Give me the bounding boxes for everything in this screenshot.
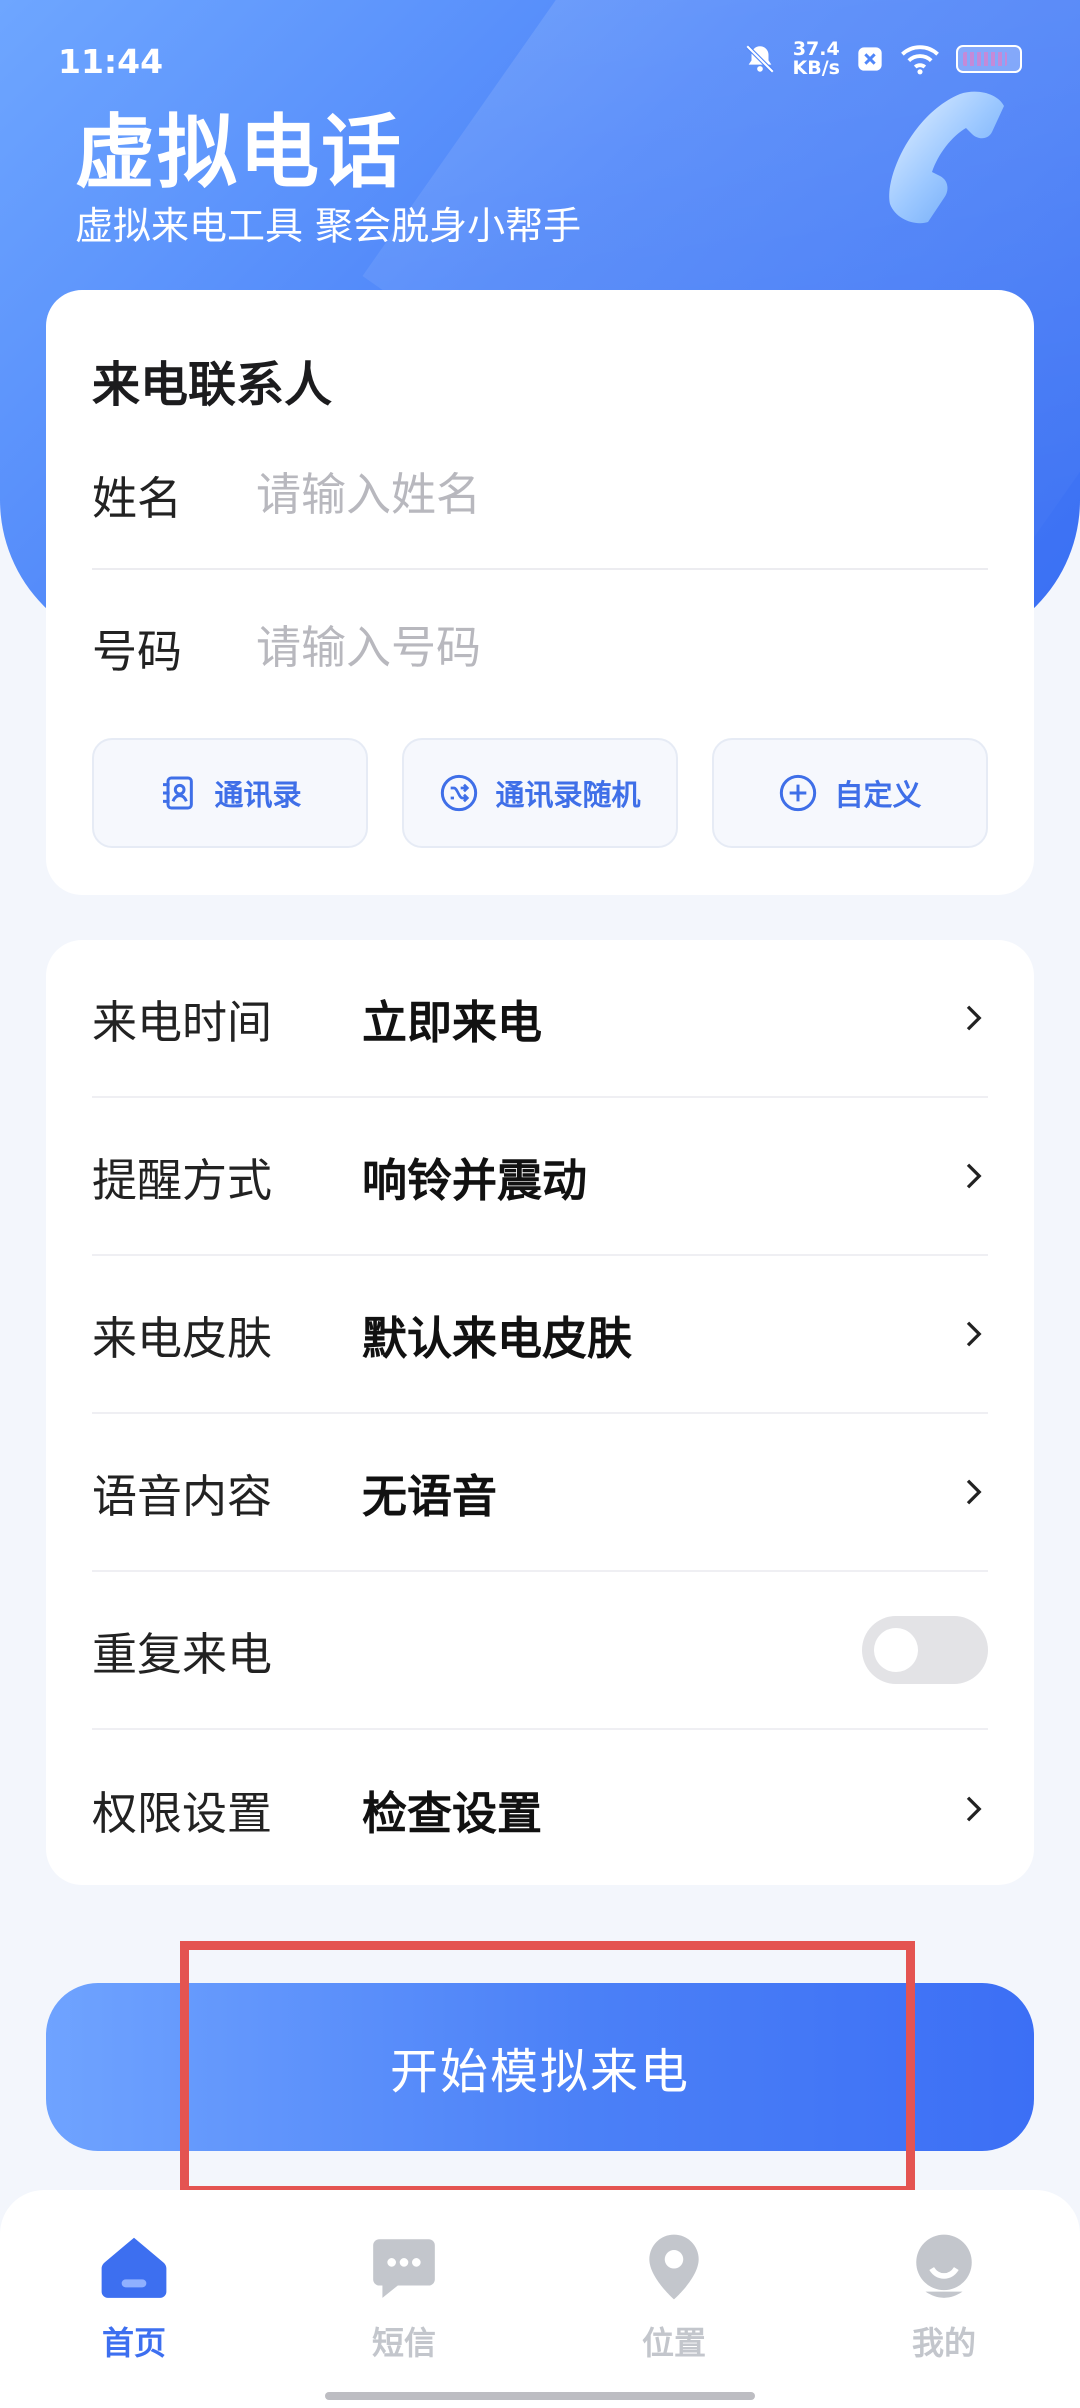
home-indicator [325, 2392, 755, 2400]
voice-content-value: 无语音 [362, 1469, 498, 1523]
custom-contact-button-label: 自定义 [834, 778, 922, 812]
chevron-right-icon [966, 1796, 982, 1822]
name-row: 姓名 [92, 420, 988, 570]
contact-card-title: 来电联系人 [92, 357, 333, 413]
tab-location[interactable]: 位置 [584, 2230, 764, 2380]
contact-source-buttons: 通讯录 通讯录随机 自定义 [92, 738, 988, 848]
chevron-right-icon [966, 1163, 982, 1189]
call-time-value: 立即来电 [362, 995, 543, 1049]
home-icon [101, 2237, 167, 2298]
battery-icon [956, 45, 1022, 73]
call-skin-value: 默认来电皮肤 [362, 1311, 633, 1365]
permission-value: 检查设置 [362, 1786, 543, 1840]
contacts-button[interactable]: 通讯录 [92, 738, 368, 848]
network-speed-unit: KB/s [792, 57, 840, 79]
tab-location-label: 位置 [641, 2324, 706, 2362]
repeat-call-toggle[interactable] [862, 1616, 988, 1684]
permission-row[interactable]: 权限设置 检查设置 [92, 1730, 988, 1888]
settings-card: 来电时间 立即来电 提醒方式 响铃并震动 来电皮肤 默认来电皮肤 语音内容 无语… [46, 940, 1034, 1885]
page-title: 虚拟电话 [75, 106, 403, 199]
mute-bell-icon [745, 44, 774, 74]
voice-content-label: 语音内容 [92, 1469, 273, 1523]
tab-home-label: 首页 [101, 2324, 166, 2362]
status-time: 11:44 [58, 42, 164, 81]
random-contact-button-label: 通讯录随机 [495, 778, 641, 812]
custom-contact-button[interactable]: 自定义 [712, 738, 988, 848]
wifi-icon [901, 45, 939, 75]
alert-mode-label: 提醒方式 [92, 1153, 273, 1207]
repeat-call-row: 重复来电 [92, 1572, 988, 1730]
profile-icon [916, 2234, 972, 2298]
tab-sms[interactable]: 短信 [314, 2230, 494, 2380]
number-input[interactable] [256, 620, 988, 674]
notification-app-icon [858, 47, 882, 71]
number-row: 号码 [92, 572, 988, 722]
call-time-row[interactable]: 来电时间 立即来电 [92, 940, 988, 1098]
call-skin-label: 来电皮肤 [92, 1311, 273, 1365]
call-time-label: 来电时间 [92, 995, 273, 1049]
network-speed: 37.4 KB/s [793, 40, 840, 78]
start-simulated-call-button[interactable]: 开始模拟来电 [46, 1983, 1034, 2151]
tab-sms-label: 短信 [371, 2324, 436, 2362]
alert-mode-value: 响铃并震动 [362, 1153, 588, 1207]
chevron-right-icon [966, 1321, 982, 1347]
phone-handset-icon [889, 91, 1004, 224]
tab-mine[interactable]: 我的 [854, 2230, 1034, 2380]
name-input[interactable] [256, 467, 988, 521]
location-pin-icon [649, 2234, 699, 2300]
call-skin-row[interactable]: 来电皮肤 默认来电皮肤 [92, 1256, 988, 1414]
tab-home[interactable]: 首页 [44, 2230, 224, 2380]
permission-label: 权限设置 [92, 1786, 273, 1840]
shuffle-icon [441, 774, 478, 812]
chevron-right-icon [966, 1005, 982, 1031]
tab-mine-label: 我的 [911, 2324, 976, 2362]
repeat-call-label: 重复来电 [92, 1627, 273, 1681]
alert-mode-row[interactable]: 提醒方式 响铃并震动 [92, 1098, 988, 1256]
name-label: 姓名 [92, 471, 183, 525]
page-subtitle: 虚拟来电工具 聚会脱身小帮手 [75, 204, 582, 248]
voice-content-row[interactable]: 语音内容 无语音 [92, 1414, 988, 1572]
status-icons: 37.4 KB/s [743, 40, 1022, 78]
contact-card: 来电联系人 姓名 号码 通讯录 通讯录随机 [46, 290, 1034, 895]
contacts-button-label: 通讯录 [214, 778, 302, 812]
chevron-right-icon [966, 1479, 982, 1505]
add-circle-icon [780, 774, 817, 812]
bottom-tab-bar: 首页 短信 位置 我的 [0, 2190, 1080, 2408]
message-icon [373, 2239, 435, 2298]
number-label: 号码 [92, 624, 183, 678]
random-contact-button[interactable]: 通讯录随机 [402, 738, 678, 848]
contact-book-icon [163, 776, 194, 810]
